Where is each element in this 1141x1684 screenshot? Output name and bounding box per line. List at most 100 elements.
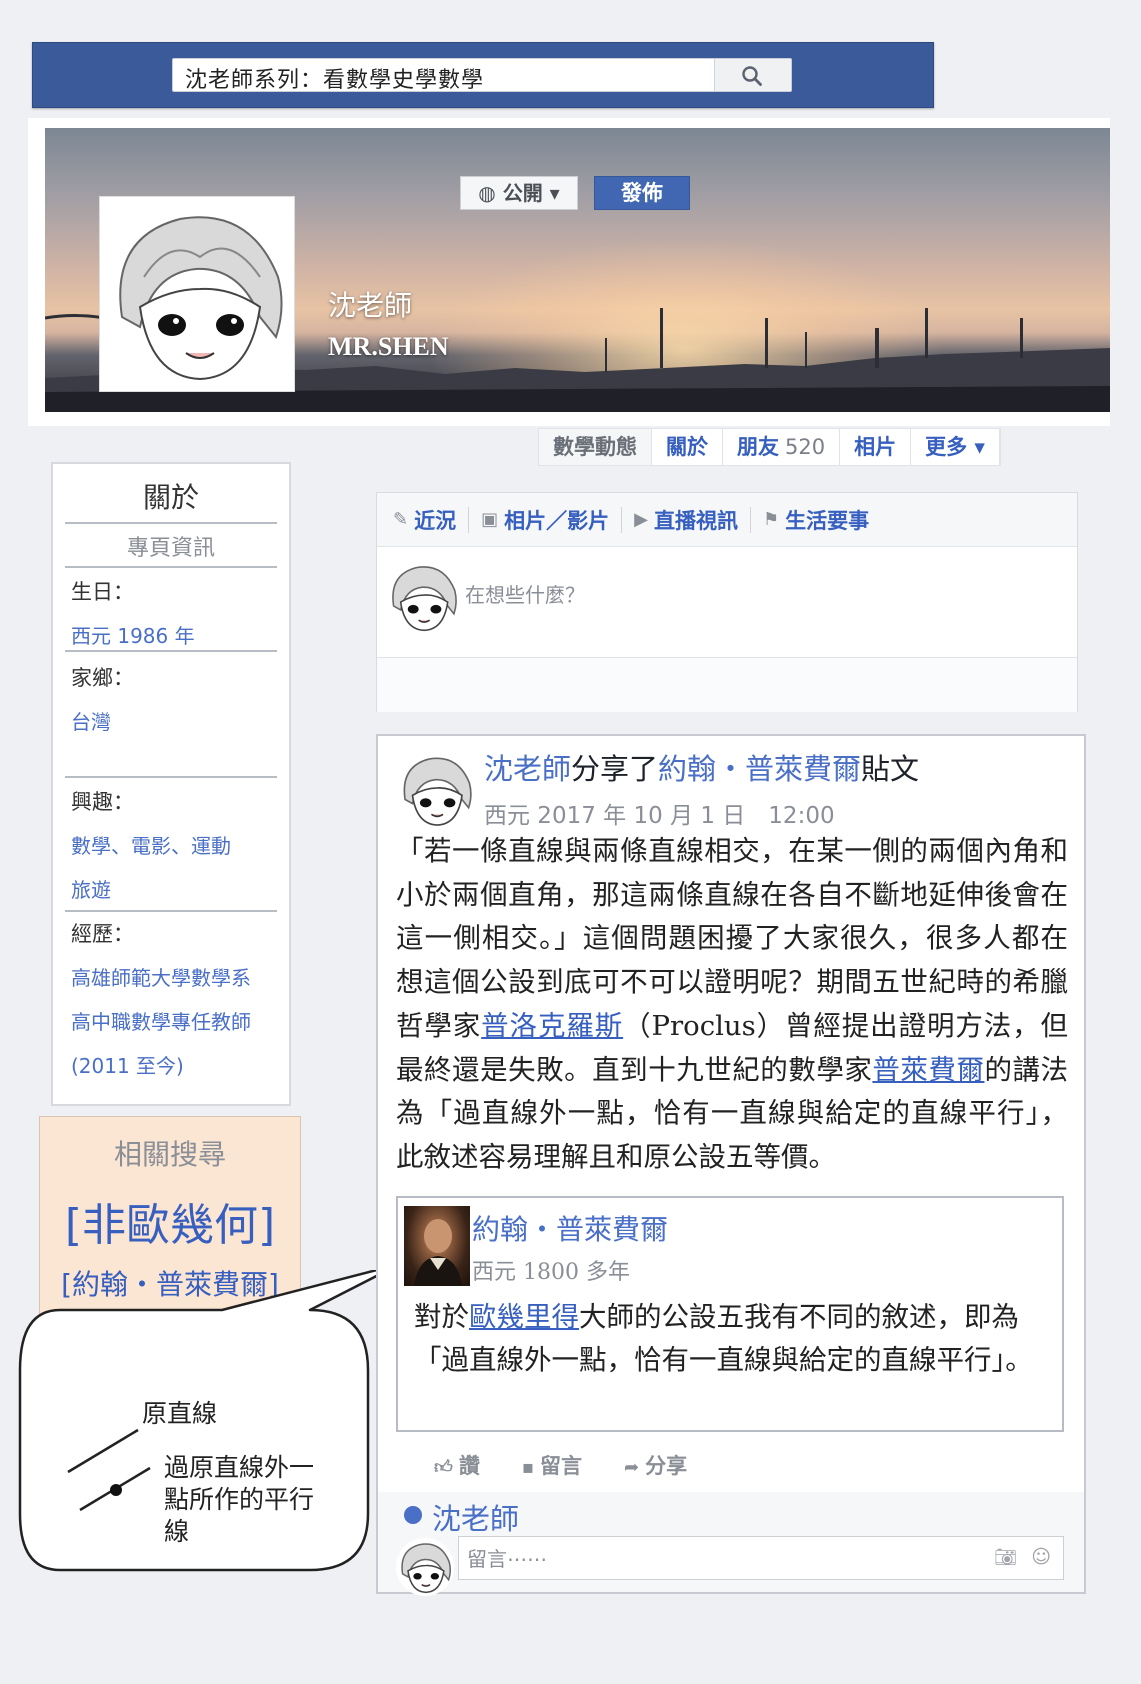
- interests-label: 興趣：: [71, 790, 134, 814]
- post-timestamp[interactable]: 西元 2017 年 10 月 1 日 12:00: [484, 796, 835, 830]
- shared-text-part: 對於: [414, 1301, 469, 1333]
- composer-tabs: ✎ 近況 ▣ 相片／影片 ▶ 直播視訊 ⚑ 生活要事: [377, 493, 1077, 547]
- portrait-icon: [414, 1219, 462, 1286]
- shared-text: 對於歐幾里得大師的公設五我有不同的敘述，即為「過直線外一點，恰有一直線與給定的直…: [414, 1296, 1054, 1382]
- hometown-label: 家鄉：: [71, 666, 134, 690]
- experience-label: 經歷：: [71, 922, 134, 946]
- post-button[interactable]: 發佈: [594, 176, 690, 210]
- tab-friends-label: 朋友: [737, 435, 779, 459]
- tab-photos[interactable]: 相片: [840, 429, 912, 465]
- share-button[interactable]: ➦ 分享: [624, 1450, 687, 1490]
- related-main-link[interactable]: [非歐幾何]: [40, 1189, 300, 1253]
- related-title: 相關搜尋: [113, 1138, 226, 1171]
- interest-item[interactable]: 數學、電影、運動: [71, 830, 231, 859]
- experience-item[interactable]: 高雄師範大學數學系: [71, 962, 251, 991]
- comment-input[interactable]: 留言⋯⋯ 📷︎ ☺: [458, 1536, 1064, 1580]
- share-icon: ➦: [624, 1457, 640, 1478]
- comment-icon: ▪: [521, 1457, 535, 1478]
- comment-button[interactable]: ▪ 留言: [522, 1450, 582, 1490]
- search-box[interactable]: 沈老師系列：看數學史學數學: [172, 58, 792, 94]
- tab-more[interactable]: 更多 ▾: [911, 429, 1000, 465]
- nav-title: 數學動態: [539, 429, 652, 465]
- search-icon: [742, 66, 762, 86]
- flag-icon: ⚑: [762, 509, 780, 530]
- tab-friends[interactable]: 朋友 520: [723, 429, 841, 465]
- post-author-avatar[interactable]: [396, 750, 476, 830]
- privacy-selector[interactable]: ◍ 公開 ▾: [460, 176, 578, 210]
- privacy-label: 公開: [502, 181, 543, 205]
- cartoon-face-icon: [119, 216, 283, 381]
- callout-description: 過原直線外一點所作的平行線: [164, 1453, 315, 1546]
- post-header: 沈老師分享了約翰・普萊費爾貼文: [484, 746, 919, 788]
- post-body: 「若一條直線與兩條直線相交，在某一側的兩個內角和小於兩個直角，那這兩條直線在各自…: [396, 830, 1068, 1180]
- page-badge-icon: [404, 1506, 422, 1524]
- proclus-link[interactable]: 普洛克羅斯: [481, 1010, 623, 1042]
- divider: [65, 776, 277, 778]
- commenter-avatar: [396, 1538, 454, 1596]
- camera-icon[interactable]: 📷︎: [994, 1547, 1017, 1568]
- action-label: 留言: [540, 1454, 583, 1478]
- post-source-link[interactable]: 約翰・普萊費爾: [658, 752, 861, 786]
- post-actions: 👍︎ 讚 ▪ 留言 ➦ 分享: [434, 1450, 1034, 1490]
- composer-tab-photo[interactable]: ▣ 相片／影片: [481, 505, 609, 535]
- emoji-icon[interactable]: ☺: [1031, 1546, 1051, 1568]
- profile-avatar[interactable]: [99, 196, 295, 392]
- point-marker: [110, 1484, 122, 1496]
- feed-post: 沈老師分享了約翰・普萊費爾貼文 西元 2017 年 10 月 1 日 12:00…: [376, 734, 1086, 1596]
- composer-input[interactable]: 在想些什麼？: [465, 579, 585, 608]
- post-author-link[interactable]: 沈老師: [484, 752, 571, 786]
- birthday-value: 西元 1986 年: [71, 624, 195, 648]
- post-suffix: 貼文: [861, 752, 920, 786]
- pencil-icon: ✎: [393, 509, 409, 530]
- cartoon-face-icon: [392, 566, 457, 632]
- cover-name-en: MR.SHEN: [328, 332, 449, 361]
- playfair-portrait[interactable]: [404, 1206, 470, 1286]
- interest-item[interactable]: 旅遊: [71, 874, 111, 903]
- post-shared-text: 分享了: [571, 752, 659, 786]
- tab-about[interactable]: 關於: [652, 429, 723, 465]
- cartoon-face-icon: [401, 1543, 452, 1594]
- about-panel: 關於 專頁資訊 生日： 西元 1986 年 家鄉： 台灣 興趣： 數學、電影、運…: [51, 462, 291, 1106]
- cover-name: 沈老師: [328, 289, 413, 322]
- comment-placeholder: 留言⋯⋯: [467, 1547, 547, 1571]
- composer-tab-event[interactable]: ⚑ 生活要事: [763, 505, 869, 535]
- birthday-label: 生日：: [71, 580, 134, 604]
- tab-separator: [468, 506, 470, 533]
- hometown-value[interactable]: 台灣: [71, 706, 111, 735]
- composer-tab-status[interactable]: ✎ 近況: [393, 505, 456, 535]
- euclid-link[interactable]: 歐幾里得: [469, 1301, 579, 1333]
- friends-count: 520: [785, 435, 826, 459]
- tab-photos-label: 相片: [854, 435, 897, 459]
- divider: [65, 522, 277, 524]
- tab-more-label: 更多 ▾: [925, 435, 985, 459]
- video-icon: ▶: [634, 509, 648, 530]
- thumbs-up-icon: 👍︎: [434, 1457, 453, 1478]
- playfair-link[interactable]: 普萊費爾: [872, 1054, 984, 1086]
- like-button[interactable]: 👍︎ 讚: [434, 1450, 480, 1490]
- divider: [65, 566, 277, 568]
- shared-author-link[interactable]: 約翰・普萊費爾: [472, 1208, 668, 1248]
- composer-tab-label: 近況: [414, 508, 457, 533]
- experience-item: (2011 至今): [71, 1054, 184, 1078]
- composer-tab-live[interactable]: ▶ 直播視訊: [634, 505, 738, 535]
- search-input[interactable]: 沈老師系列：看數學史學數學: [185, 62, 484, 94]
- composer-tab-label: 生活要事: [785, 508, 870, 533]
- action-label: 讚: [458, 1454, 480, 1478]
- tab-about-label: 關於: [666, 435, 708, 459]
- action-label: 分享: [645, 1454, 688, 1478]
- about-title: 關於: [142, 481, 199, 514]
- post-composer: ✎ 近況 ▣ 相片／影片 ▶ 直播視訊 ⚑ 生活要事 在想些什麼？: [376, 492, 1078, 712]
- divider: [65, 650, 277, 652]
- callout-title: 原直線: [142, 1399, 218, 1428]
- experience-item[interactable]: 高中職數學專任教師: [71, 1006, 251, 1035]
- search-button[interactable]: [714, 59, 791, 91]
- composer-tab-label: 直播視訊: [653, 508, 738, 533]
- composer-tab-label: 相片／影片: [504, 508, 610, 533]
- globe-icon: ◍: [478, 181, 503, 205]
- photo-icon: ▣: [481, 509, 499, 530]
- profile-nav: 數學動態 關於 朋友 520 相片 更多 ▾: [538, 428, 1001, 466]
- composer-avatar: [385, 559, 461, 635]
- commenter-name[interactable]: 沈老師: [432, 1496, 519, 1538]
- divider: [65, 910, 277, 912]
- shared-post-card[interactable]: 約翰・普萊費爾 西元 1800 多年 對於歐幾里得大師的公設五我有不同的敘述，即…: [396, 1196, 1064, 1432]
